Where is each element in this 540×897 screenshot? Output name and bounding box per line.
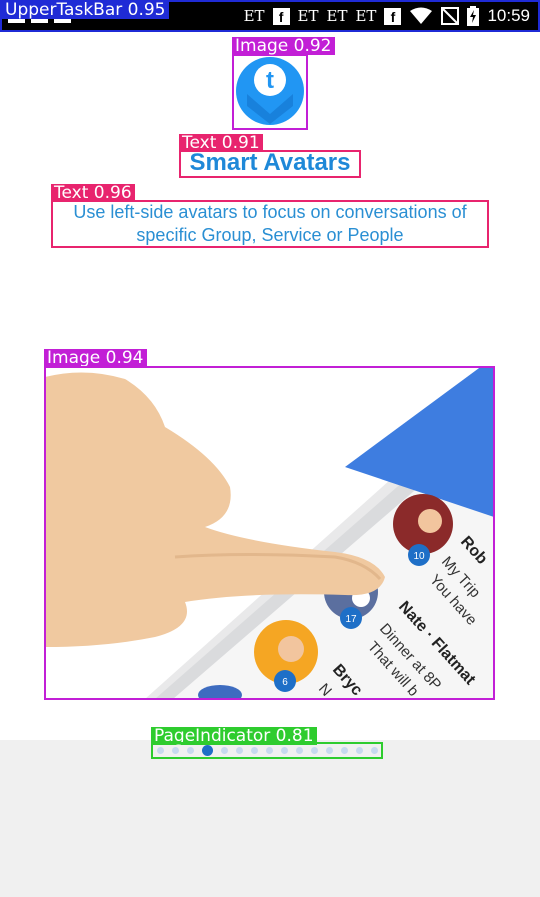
status-carrier-label: ET — [243, 7, 265, 25]
signal-off-icon — [441, 7, 460, 25]
detection-label: UpperTaskBar 0.95 — [2, 1, 169, 19]
facebook-icon: f — [272, 7, 290, 25]
detection-label: Text 0.96 — [51, 184, 135, 202]
battery-charging-icon — [467, 6, 480, 26]
detection-label: Image 0.92 — [232, 37, 335, 55]
status-icons: ET f ET ET ET f 10:59 — [244, 6, 530, 26]
detection-box — [151, 742, 383, 759]
facebook-icon: f — [384, 7, 402, 25]
app-logo-icon: t — [236, 57, 304, 125]
status-carrier-label: ET — [355, 7, 377, 25]
svg-text:t: t — [266, 67, 274, 94]
bottom-panel — [0, 740, 540, 897]
detection-label: Image 0.94 — [44, 349, 147, 367]
status-carrier-label: ET — [326, 7, 348, 25]
page-title: Smart Avatars — [189, 149, 351, 176]
wifi-icon — [410, 7, 433, 24]
status-time: 10:59 — [487, 6, 530, 25]
detection-box — [44, 366, 495, 700]
status-carrier-label: ET — [297, 7, 319, 25]
page-description: Use left-side avatars to focus on conver… — [73, 202, 467, 245]
